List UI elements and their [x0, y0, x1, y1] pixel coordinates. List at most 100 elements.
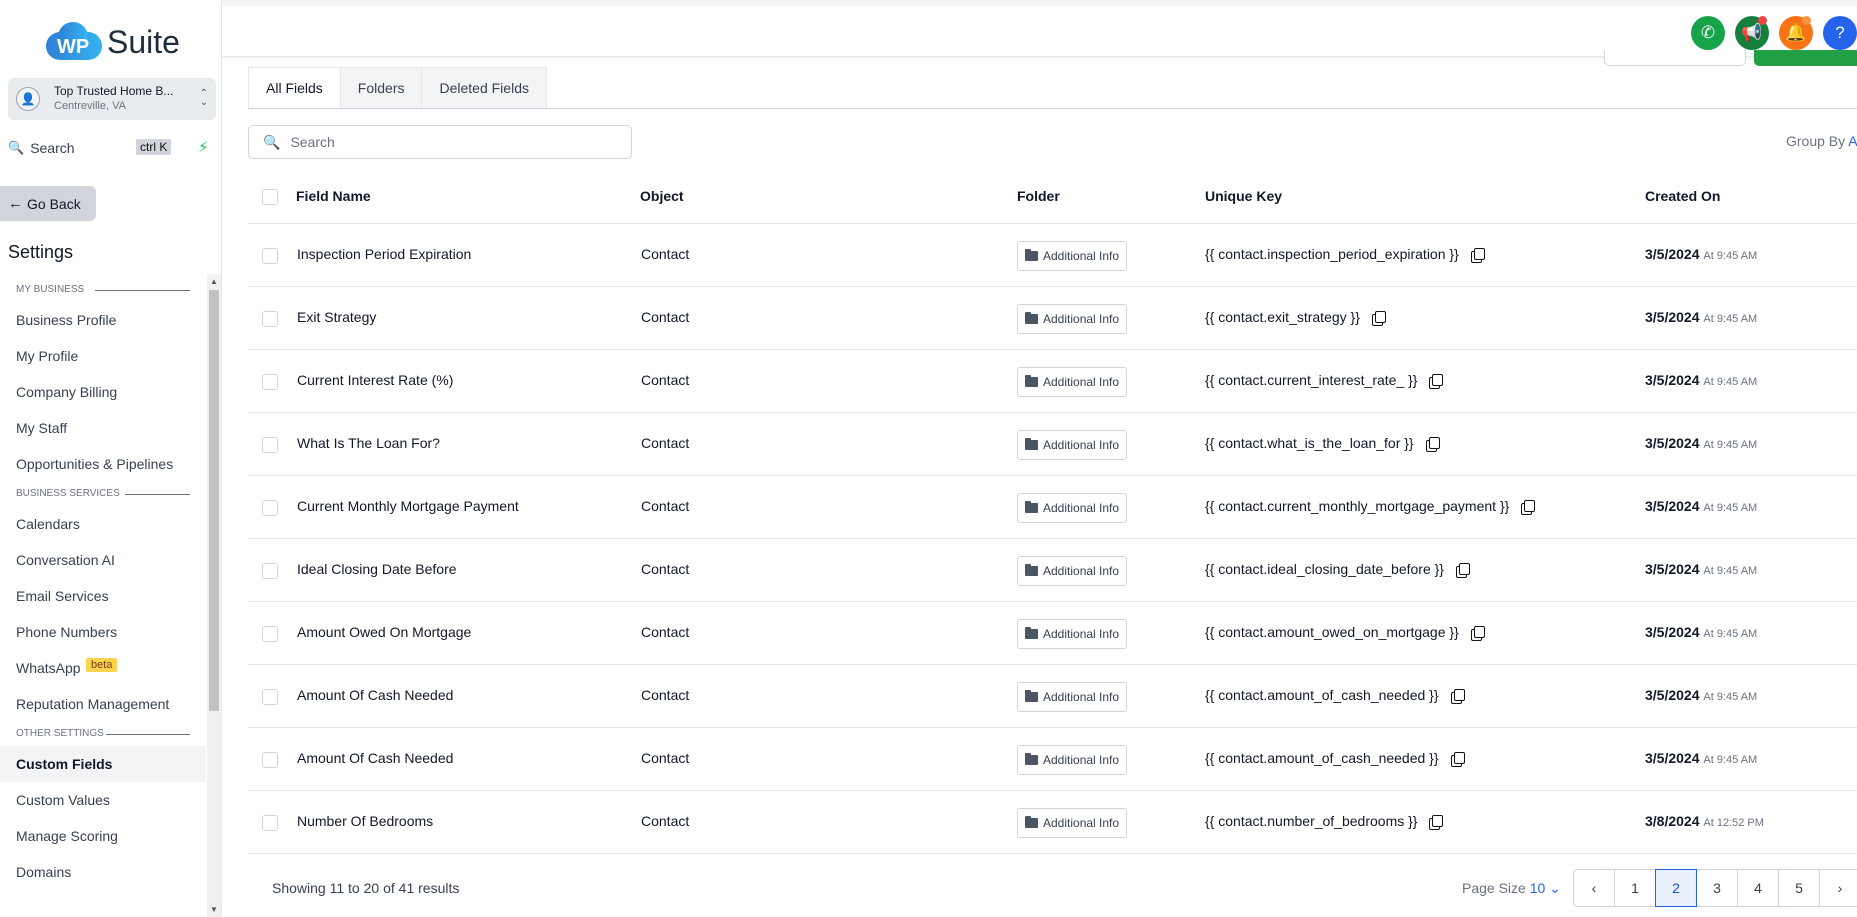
bell-icon[interactable]: 🔔 [1779, 16, 1813, 50]
row-checkbox[interactable] [262, 248, 278, 264]
row-checkbox[interactable] [262, 626, 278, 642]
copy-icon[interactable] [1429, 815, 1444, 831]
sidebar-search[interactable]: 🔍 Search ctrl K ⚡ [8, 137, 216, 159]
select-all-checkbox[interactable] [262, 189, 278, 205]
scrollbar-thumb[interactable] [209, 290, 219, 711]
copy-icon[interactable] [1470, 248, 1485, 264]
table-row[interactable]: Current Monthly Mortgage Payment Contact A… [248, 476, 1857, 539]
section-heading-other-settings: OTHER SETTINGS [0, 722, 206, 746]
row-checkbox[interactable] [262, 815, 278, 831]
page-button[interactable]: 1 [1614, 869, 1656, 907]
unique-key-text: {{ contact.exit_strategy }} [1205, 309, 1360, 325]
sidebar-item-reputation-management[interactable]: Reputation Management [0, 686, 206, 722]
copy-icon[interactable] [1470, 626, 1485, 642]
scroll-up-icon[interactable]: ▲ [210, 277, 218, 286]
page-button[interactable]: 5 [1778, 869, 1820, 907]
table-row[interactable]: Current Interest Rate (%) Contact Addition… [248, 350, 1857, 413]
sidebar-item-calendars[interactable]: Calendars [0, 506, 206, 542]
section-heading-business-services: BUSINESS SERVICES [0, 482, 206, 506]
secondary-action-button[interactable] [1604, 50, 1746, 66]
column-header-field-name[interactable]: Field Name [296, 188, 371, 204]
column-header-created-on[interactable]: Created On [1645, 188, 1720, 204]
row-checkbox[interactable] [262, 437, 278, 453]
field-name[interactable]: Current Monthly Mortgage Payment [297, 498, 519, 514]
field-name[interactable]: Current Interest Rate (%) [297, 372, 453, 388]
field-name[interactable]: Ideal Closing Date Before [297, 561, 457, 577]
unique-key-text: {{ contact.number_of_bedrooms }} [1205, 813, 1418, 829]
tab-all-fields[interactable]: All Fields [248, 67, 341, 109]
row-checkbox[interactable] [262, 374, 278, 390]
unique-key: {{ contact.current_interest_rate_ }} [1205, 372, 1444, 390]
row-checkbox[interactable] [262, 752, 278, 768]
field-name[interactable]: Exit Strategy [297, 309, 376, 325]
scroll-down-icon[interactable]: ▼ [210, 905, 218, 914]
field-name[interactable]: Amount Of Cash Needed [297, 687, 453, 703]
copy-icon[interactable] [1429, 374, 1444, 390]
primary-action-button[interactable] [1754, 50, 1857, 66]
column-header-folder[interactable]: Folder [1017, 188, 1060, 204]
field-name[interactable]: Amount Owed On Mortgage [297, 624, 471, 640]
logo[interactable]: WP Suite [46, 20, 180, 61]
copy-icon[interactable] [1455, 563, 1470, 579]
field-name[interactable]: Amount Of Cash Needed [297, 750, 453, 766]
account-switcher[interactable]: 👤 Top Trusted Home B... Centreville, VA … [8, 78, 216, 120]
page-size-select[interactable]: Page Size 10 ⌄ [1462, 880, 1561, 897]
table-body: Inspection Period Expiration Contact Addit… [248, 224, 1857, 854]
field-name[interactable]: Number Of Bedrooms [297, 813, 433, 829]
sidebar-item-conversation-ai[interactable]: Conversation AI [0, 542, 206, 578]
next-page-button[interactable]: › [1819, 869, 1857, 907]
page-button[interactable]: 3 [1696, 869, 1738, 907]
table-row[interactable]: Amount Of Cash Needed Contact Additional I… [248, 665, 1857, 728]
sidebar-item-company-billing[interactable]: Company Billing [0, 374, 206, 410]
sidebar-item-manage-scoring[interactable]: Manage Scoring [0, 818, 206, 854]
tab-folders[interactable]: Folders [339, 67, 423, 109]
sidebar-item-domains[interactable]: Domains [0, 854, 206, 890]
table-row[interactable]: Amount Owed On Mortgage Contact Additional… [248, 602, 1857, 665]
group-by-select[interactable]: Group By A [1786, 133, 1857, 149]
phone-icon[interactable]: ✆ [1691, 16, 1725, 50]
sidebar-item-my-staff[interactable]: My Staff [0, 410, 206, 446]
help-icon[interactable]: ? [1823, 16, 1857, 50]
search-input[interactable]: 🔍 Search [248, 125, 632, 159]
sidebar-item-custom-values[interactable]: Custom Values [0, 782, 206, 818]
table-row[interactable]: Amount Of Cash Needed Contact Additional I… [248, 728, 1857, 791]
lightning-icon[interactable]: ⚡ [198, 138, 209, 156]
copy-icon[interactable] [1450, 752, 1465, 768]
page-button-current[interactable]: 2 [1655, 869, 1697, 907]
folder-icon [1025, 375, 1038, 387]
go-back-button[interactable]: ← Go Back [0, 186, 96, 221]
sidebar-item-my-profile[interactable]: My Profile [0, 338, 206, 374]
copy-icon[interactable] [1371, 311, 1386, 327]
prev-page-button[interactable]: ‹ [1573, 869, 1615, 907]
row-checkbox[interactable] [262, 563, 278, 579]
sidebar-scrollbar[interactable]: ▲ ▼ [207, 274, 221, 917]
table-row[interactable]: What Is The Loan For? Contact Additional I… [248, 413, 1857, 476]
sidebar-item-whatsapp[interactable]: WhatsApp beta [0, 650, 206, 686]
table-row[interactable]: Ideal Closing Date Before Contact Addition… [248, 539, 1857, 602]
column-header-unique-key[interactable]: Unique Key [1205, 188, 1282, 204]
sidebar-item-business-profile[interactable]: Business Profile [0, 302, 206, 338]
table-row[interactable]: Inspection Period Expiration Contact Addit… [248, 224, 1857, 287]
sidebar-item-opportunities-pipelines[interactable]: Opportunities & Pipelines [0, 446, 206, 482]
copy-icon[interactable] [1521, 500, 1536, 516]
sidebar-search-label: Search [30, 140, 75, 156]
sidebar-item-custom-fields[interactable]: Custom Fields [0, 746, 206, 782]
chevron-right-icon: › [1837, 880, 1843, 896]
sidebar-item-email-services[interactable]: Email Services [0, 578, 206, 614]
table-row[interactable]: Exit Strategy Contact Additional Info {{ co… [248, 287, 1857, 350]
page-button[interactable]: 4 [1737, 869, 1779, 907]
table-row[interactable]: Number Of Bedrooms Contact Additional Info… [248, 791, 1857, 854]
row-checkbox[interactable] [262, 689, 278, 705]
folder-tag: Additional Info [1017, 430, 1128, 460]
field-name[interactable]: What Is The Loan For? [297, 435, 440, 451]
row-checkbox[interactable] [262, 500, 278, 516]
created-date: 3/5/2024 [1645, 687, 1700, 703]
sidebar-item-phone-numbers[interactable]: Phone Numbers [0, 614, 206, 650]
megaphone-icon[interactable]: 📢 [1735, 16, 1769, 50]
copy-icon[interactable] [1450, 689, 1465, 705]
column-header-object[interactable]: Object [640, 188, 684, 204]
copy-icon[interactable] [1425, 437, 1440, 453]
tab-deleted-fields[interactable]: Deleted Fields [421, 67, 547, 109]
row-checkbox[interactable] [262, 311, 278, 327]
field-name[interactable]: Inspection Period Expiration [297, 246, 471, 262]
